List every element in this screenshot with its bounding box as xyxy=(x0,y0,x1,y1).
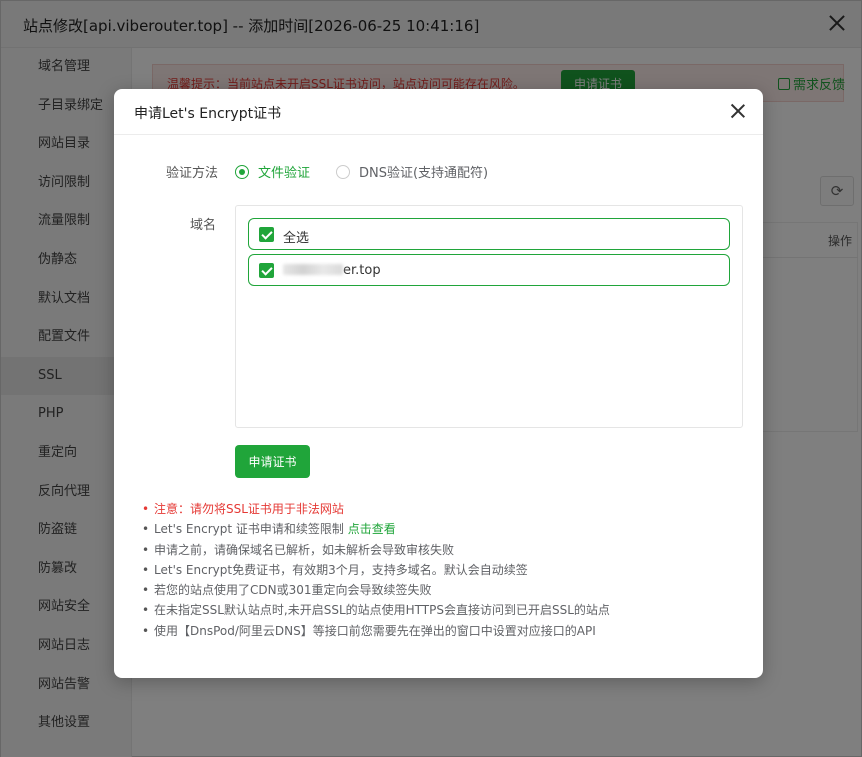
verify-method-label: 验证方法 xyxy=(166,166,219,181)
domain-item-label: er.top xyxy=(283,263,381,278)
tip-item: 申请之前，请确保域名已解析，如未解析会导致审核失败 xyxy=(142,540,742,561)
domain-suffix: er.top xyxy=(343,263,381,278)
radio-checked-icon xyxy=(235,165,249,179)
radio-unchecked-icon xyxy=(336,165,350,179)
apply-cert-button[interactable]: 申请证书 xyxy=(235,445,310,478)
domain-label: 域名 xyxy=(190,218,217,233)
tip-item: Let's Encrypt 证书申请和续签限制 点击查看 xyxy=(142,519,742,540)
domain-checkbox[interactable]: er.top xyxy=(248,254,730,286)
tip-item: 在未指定SSL默认站点时,未开启SSL的站点使用HTTPS会直接访问到已开启SS… xyxy=(142,600,742,621)
select-all-label: 全选 xyxy=(283,231,310,246)
view-limits-link[interactable]: 点击查看 xyxy=(348,522,396,536)
letsencrypt-dialog: 申请Let's Encrypt证书 验证方法 文件验证 DNS验证(支持通配符)… xyxy=(114,89,763,678)
tips-list: 注意：请勿将SSL证书用于非法网站 Let's Encrypt 证书申请和续签限… xyxy=(142,499,742,641)
select-all-checkbox[interactable]: 全选 xyxy=(248,218,730,250)
tip-item: 注意：请勿将SSL证书用于非法网站 xyxy=(142,499,742,520)
tip-item: 使用【DnsPod/阿里云DNS】等接口前您需要先在弹出的窗口中设置对应接口的A… xyxy=(142,621,742,642)
checkbox-checked-icon xyxy=(259,227,274,242)
radio-dns-verify[interactable]: DNS验证(支持通配符) xyxy=(336,162,488,181)
tip-text: Let's Encrypt 证书申请和续签限制 xyxy=(154,522,348,537)
radio-file-label: 文件验证 xyxy=(258,166,311,181)
tip-item: 若您的站点使用了CDN或301重定向会导致续签失败 xyxy=(142,580,742,601)
checkbox-checked-icon xyxy=(259,263,274,278)
radio-file-verify[interactable]: 文件验证 xyxy=(235,162,310,181)
domain-list: 全选 er.top xyxy=(235,205,743,428)
dialog-close-icon[interactable] xyxy=(727,100,749,122)
redacted-blur xyxy=(283,264,343,275)
dialog-header: 申请Let's Encrypt证书 xyxy=(114,89,763,135)
dialog-title: 申请Let's Encrypt证书 xyxy=(134,106,282,122)
tip-item: Let's Encrypt免费证书，有效期3个月，支持多域名。默认会自动续签 xyxy=(142,560,742,581)
radio-dns-label: DNS验证(支持通配符) xyxy=(359,166,489,181)
